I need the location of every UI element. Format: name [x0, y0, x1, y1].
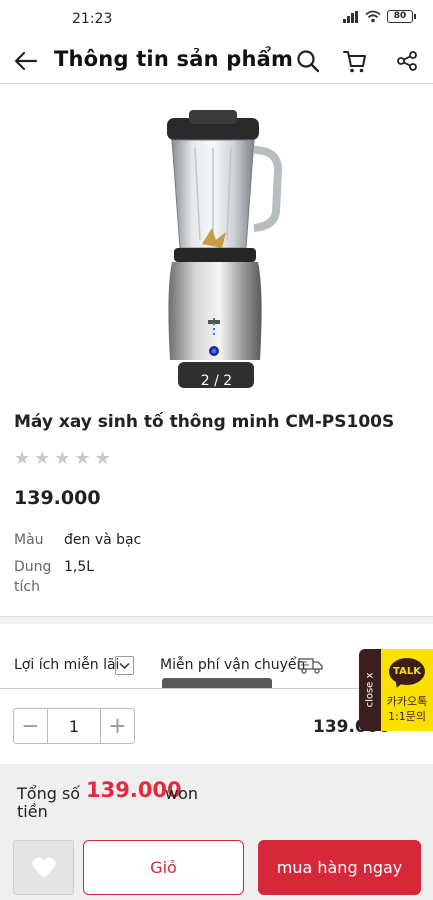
buy-now-button[interactable]: mua hàng ngay: [258, 840, 421, 895]
product-image[interactable]: [150, 100, 290, 396]
add-to-cart-button[interactable]: Giỏ: [83, 840, 244, 895]
signal-icon: [343, 10, 359, 23]
star-icon: ★: [14, 448, 31, 469]
share-icon[interactable]: [393, 47, 421, 75]
wishlist-button[interactable]: [13, 840, 74, 895]
star-icon: ★: [34, 448, 51, 469]
back-arrow-icon[interactable]: [12, 47, 40, 75]
kakao-label-1: 카카오톡: [386, 695, 428, 708]
product-price: 139.000: [14, 487, 101, 509]
kakao-close-button[interactable]: close x: [359, 649, 381, 731]
spec-label: Màu: [14, 532, 44, 548]
heart-icon: [31, 856, 56, 878]
battery-icon: 80: [387, 10, 416, 23]
chevron-down-icon: [119, 662, 130, 670]
app-header: Thông tin sản phẩm: [0, 38, 433, 84]
interest-free-toggle[interactable]: [115, 656, 134, 675]
spec-row-capacity: Dung tích 1,5L: [14, 557, 94, 597]
rating-stars: ★ ★ ★ ★ ★: [14, 450, 111, 468]
interest-free-label: Lợi ích miễn lãi: [14, 657, 120, 673]
decrease-button[interactable]: −: [14, 709, 47, 743]
kakao-close-label: close x: [364, 672, 376, 708]
image-counter: 2 / 2: [200, 373, 233, 389]
kakao-label-2: 1:1문의: [388, 710, 426, 723]
status-time: 21:23: [72, 11, 113, 27]
quantity-stepper[interactable]: − 1 +: [13, 708, 135, 744]
quantity-value[interactable]: 1: [47, 709, 101, 743]
order-bar: Tổng số tiền 139.000 won Giỏ mua hàng ng…: [0, 764, 433, 900]
wifi-icon: [365, 10, 381, 23]
star-icon: ★: [74, 448, 91, 469]
status-icons: 80: [343, 10, 416, 23]
cart-icon[interactable]: [341, 47, 369, 75]
total-currency: won: [165, 784, 199, 803]
search-icon[interactable]: [294, 47, 322, 75]
page-title: Thông tin sản phẩm: [54, 47, 294, 71]
status-bar: 21:23 80: [0, 0, 433, 38]
star-icon: ★: [94, 448, 111, 469]
star-icon: ★: [54, 448, 71, 469]
section-divider: [0, 616, 433, 624]
spec-value: 1,5L: [64, 559, 95, 575]
spec-label: Dung tích: [14, 559, 52, 595]
product-thumbnail-peek: [162, 678, 272, 688]
increase-button[interactable]: +: [101, 709, 134, 743]
kakao-talk-button[interactable]: TALK 카카오톡 1:1문의: [381, 649, 433, 731]
total-label: Tổng số: [17, 784, 81, 803]
product-title: Máy xay sinh tố thông minh CM-PS100S: [14, 412, 395, 432]
free-shipping-label: Miễn phí vận chuyển: [160, 657, 306, 673]
kakao-talk-icon: TALK: [389, 658, 425, 685]
truck-icon: [298, 658, 323, 674]
total-label-cont: tiền: [17, 802, 48, 821]
spec-row-color: Màu đen và bạc: [14, 530, 141, 550]
spec-value: đen và bạc: [64, 532, 142, 548]
